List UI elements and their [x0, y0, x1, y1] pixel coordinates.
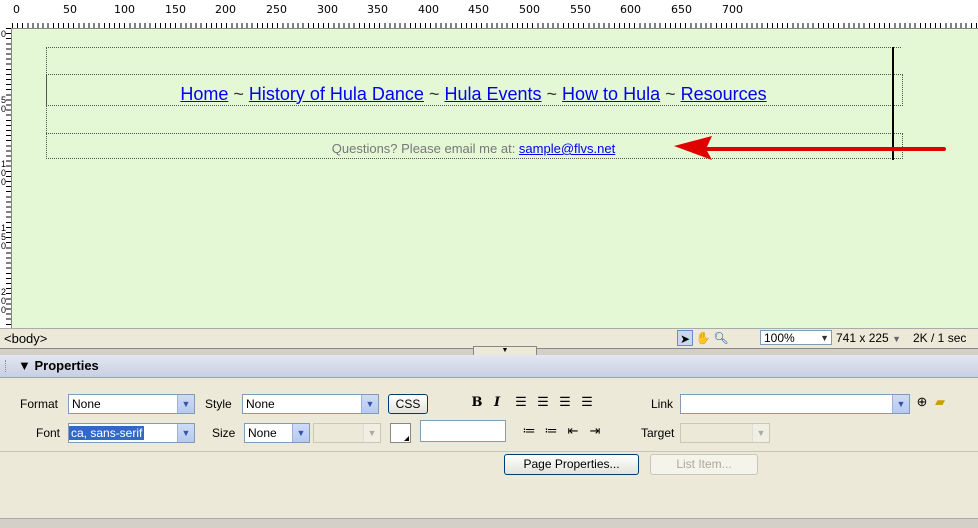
- list-item-button: List Item...: [650, 454, 758, 475]
- ruler-label: 600: [620, 3, 641, 16]
- status-bar: <body> ➤ ✋ 🔍︎ 100% ▼ 741 x 225 ▼ 2K / 1 …: [0, 328, 978, 348]
- unordered-list-icon[interactable]: ≔: [520, 423, 538, 439]
- ruler-label: 150: [165, 3, 186, 16]
- indent-icon[interactable]: ⇥: [586, 423, 604, 439]
- chevron-down-icon: ▼: [363, 424, 380, 442]
- format-label: Format: [20, 397, 59, 411]
- hand-tool-icon[interactable]: ✋: [695, 330, 711, 346]
- target-label: Target: [641, 426, 675, 440]
- size-value: None: [248, 426, 277, 440]
- grip-icon[interactable]: [5, 360, 9, 372]
- chevron-down-icon: ▼: [892, 334, 901, 344]
- properties-panel-header[interactable]: ▼ Properties: [0, 355, 978, 378]
- font-value: ca, sans-serif: [69, 426, 145, 440]
- zoom-tool-icon[interactable]: 🔍︎: [713, 330, 729, 346]
- window-size-select[interactable]: 741 x 225 ▼: [836, 331, 901, 345]
- nav-separator: ~: [228, 84, 249, 104]
- nav-link-home[interactable]: Home: [180, 84, 228, 104]
- ruler-label: 150: [1, 223, 7, 251]
- chevron-down-icon: ▼: [752, 424, 769, 442]
- ruler-label: 0: [1, 29, 7, 39]
- ruler-label: 200: [1, 287, 7, 315]
- outdent-icon[interactable]: ⇤: [564, 423, 582, 439]
- format-select[interactable]: None ▼: [68, 394, 195, 414]
- style-label: Style: [205, 397, 232, 411]
- nav-separator: ~: [423, 84, 445, 104]
- chevron-down-icon: ▼: [820, 333, 829, 343]
- download-size: 2K / 1 sec: [913, 331, 967, 345]
- window-size-value: 741 x 225: [836, 331, 889, 345]
- nav-link-how-to[interactable]: How to Hula: [562, 84, 660, 104]
- italic-button[interactable]: I: [488, 395, 506, 410]
- ruler-label: 500: [519, 3, 540, 16]
- font-label: Font: [36, 426, 61, 440]
- ruler-label: 700: [722, 3, 743, 16]
- size-select[interactable]: None ▼: [244, 423, 310, 443]
- size-unit-select: ▼: [313, 423, 381, 443]
- properties-panel: Format None ▼ Style None ▼ CSS B I ☰ ☰ ☰…: [0, 378, 978, 518]
- zoom-select[interactable]: 100% ▼: [760, 330, 832, 345]
- navigation-bar: Home ~ History of Hula Dance ~ Hula Even…: [46, 84, 901, 105]
- nav-link-resources[interactable]: Resources: [681, 84, 767, 104]
- ruler-label: 0: [13, 3, 20, 16]
- ruler-tick-marks: [12, 18, 978, 28]
- ruler-label: 200: [215, 3, 236, 16]
- css-button[interactable]: CSS: [388, 394, 428, 414]
- pointer-tool-icon[interactable]: ➤: [677, 330, 693, 346]
- text-color-input[interactable]: [420, 420, 506, 442]
- link-label: Link: [651, 397, 674, 411]
- size-label: Size: [212, 426, 236, 440]
- properties-title-text: Properties: [34, 358, 99, 373]
- red-arrow-annotation: [674, 136, 946, 160]
- ruler-label: 300: [317, 3, 338, 16]
- chevron-down-icon: ▼: [177, 424, 194, 442]
- ruler-label: 650: [671, 3, 692, 16]
- nav-link-events[interactable]: Hula Events: [444, 84, 541, 104]
- status-tools: ➤ ✋ 🔍︎: [677, 330, 729, 346]
- table-row-outline: [46, 47, 901, 48]
- page-properties-button[interactable]: Page Properties...: [504, 454, 639, 475]
- format-value: None: [72, 397, 101, 411]
- ruler-label: 550: [570, 3, 591, 16]
- ruler-label: 50: [1, 95, 7, 114]
- chevron-down-icon: ▼: [292, 424, 309, 442]
- nav-separator: ~: [541, 84, 563, 104]
- text-color-swatch[interactable]: [390, 423, 411, 443]
- email-link[interactable]: sample@flvs.net: [519, 141, 615, 156]
- ruler-label: 400: [418, 3, 439, 16]
- chevron-down-icon: ▼: [361, 395, 378, 413]
- font-select[interactable]: ca, sans-serif ▼: [68, 423, 195, 443]
- target-select: ▼: [680, 423, 770, 443]
- ruler-label: 100: [1, 159, 7, 187]
- ordered-list-icon[interactable]: ≔: [542, 423, 560, 439]
- ruler-label: 100: [114, 3, 135, 16]
- link-input[interactable]: ▼: [680, 394, 910, 414]
- footer-text: Questions? Please email me at:: [331, 141, 519, 156]
- ruler-label: 450: [468, 3, 489, 16]
- ruler-label: 50: [63, 3, 77, 16]
- bold-button[interactable]: B: [468, 395, 486, 410]
- nav-link-history[interactable]: History of Hula Dance: [249, 84, 424, 104]
- style-select[interactable]: None ▼: [242, 394, 379, 414]
- align-justify-icon[interactable]: ☰: [578, 394, 596, 410]
- align-right-icon[interactable]: ☰: [556, 394, 574, 410]
- tag-selector[interactable]: <body>: [4, 331, 47, 346]
- zoom-value: 100%: [764, 331, 795, 345]
- point-to-file-icon[interactable]: ⊕: [913, 394, 931, 410]
- align-left-icon[interactable]: ☰: [512, 394, 530, 410]
- chevron-down-icon: ▼: [177, 395, 194, 413]
- nav-separator: ~: [660, 84, 681, 104]
- design-canvas[interactable]: Home ~ History of Hula Dance ~ Hula Even…: [12, 29, 978, 328]
- horizontal-ruler: 0 50 100 150 200 250 300 350 400 450 500…: [0, 0, 978, 29]
- style-value: None: [246, 397, 275, 411]
- align-center-icon[interactable]: ☰: [534, 394, 552, 410]
- ruler-label: 350: [367, 3, 388, 16]
- panel-divider: [0, 451, 978, 452]
- chevron-down-icon: ▼: [892, 395, 909, 413]
- vertical-ruler: 0 50 100 150 200: [0, 28, 12, 328]
- properties-title: ▼ Properties: [18, 358, 99, 373]
- ruler-label: 250: [266, 3, 287, 16]
- folder-icon[interactable]: ▰: [931, 394, 949, 410]
